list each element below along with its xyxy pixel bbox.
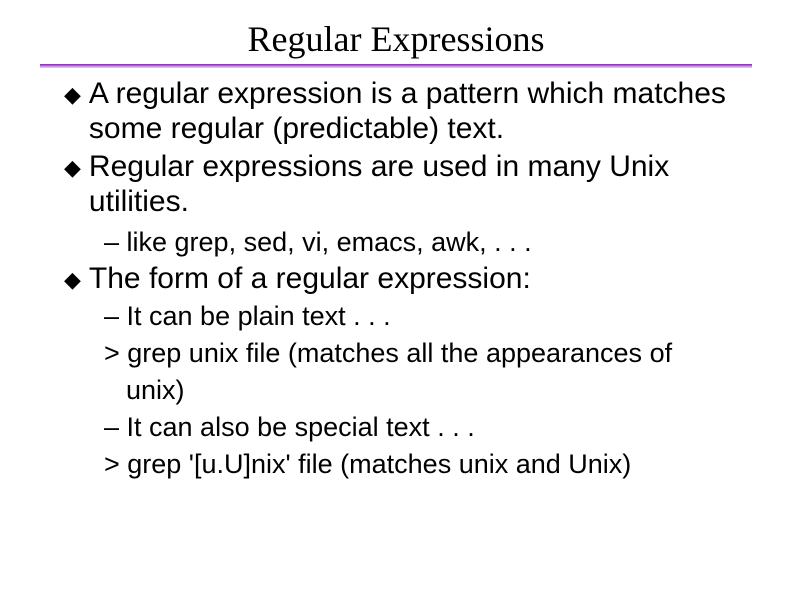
bullet-2-text: Regular expressions are used in many Uni…	[89, 149, 742, 220]
diamond-icon: ◆	[64, 267, 81, 296]
slide: Regular Expressions ◆ A regular expressi…	[0, 0, 792, 612]
diamond-icon: ◆	[64, 82, 81, 147]
bullet-3-sub-2-text: > grep unix file (matches all the appear…	[104, 338, 672, 368]
bullet-3-sub-3: – It can also be special text . . .	[104, 411, 742, 444]
slide-title: Regular Expressions	[40, 18, 752, 60]
slide-body: ◆ A regular expression is a pattern whic…	[40, 76, 752, 481]
bullet-2: ◆ Regular expressions are used in many U…	[64, 149, 742, 220]
bullet-3-sub-2b-text: unix)	[126, 375, 185, 405]
bullet-3-sub-1: – It can be plain text . . .	[104, 300, 742, 333]
bullet-3-sub-3-text: – It can also be special text . . .	[104, 412, 475, 442]
bullet-3: ◆ The form of a regular expression:	[64, 261, 742, 296]
bullet-3-sub-4-text: > grep '[u.U]nix' file (matches unix and…	[104, 449, 631, 479]
bullet-3-text: The form of a regular expression:	[89, 261, 742, 296]
bullet-3-sub-4: > grep '[u.U]nix' file (matches unix and…	[104, 448, 742, 481]
diamond-icon: ◆	[64, 155, 81, 220]
bullet-1: ◆ A regular expression is a pattern whic…	[64, 76, 742, 147]
bullet-1-text: A regular expression is a pattern which …	[89, 76, 742, 147]
bullet-2-sub-1: – like grep, sed, vi, emacs, awk, . . .	[104, 226, 742, 259]
title-divider	[40, 64, 752, 68]
bullet-2-sub-1-text: – like grep, sed, vi, emacs, awk, . . .	[104, 227, 532, 257]
bullet-3-sub-2-cont: unix)	[126, 374, 742, 407]
bullet-3-sub-1-text: – It can be plain text . . .	[104, 301, 391, 331]
bullet-3-sub-2: > grep unix file (matches all the appear…	[104, 337, 742, 370]
